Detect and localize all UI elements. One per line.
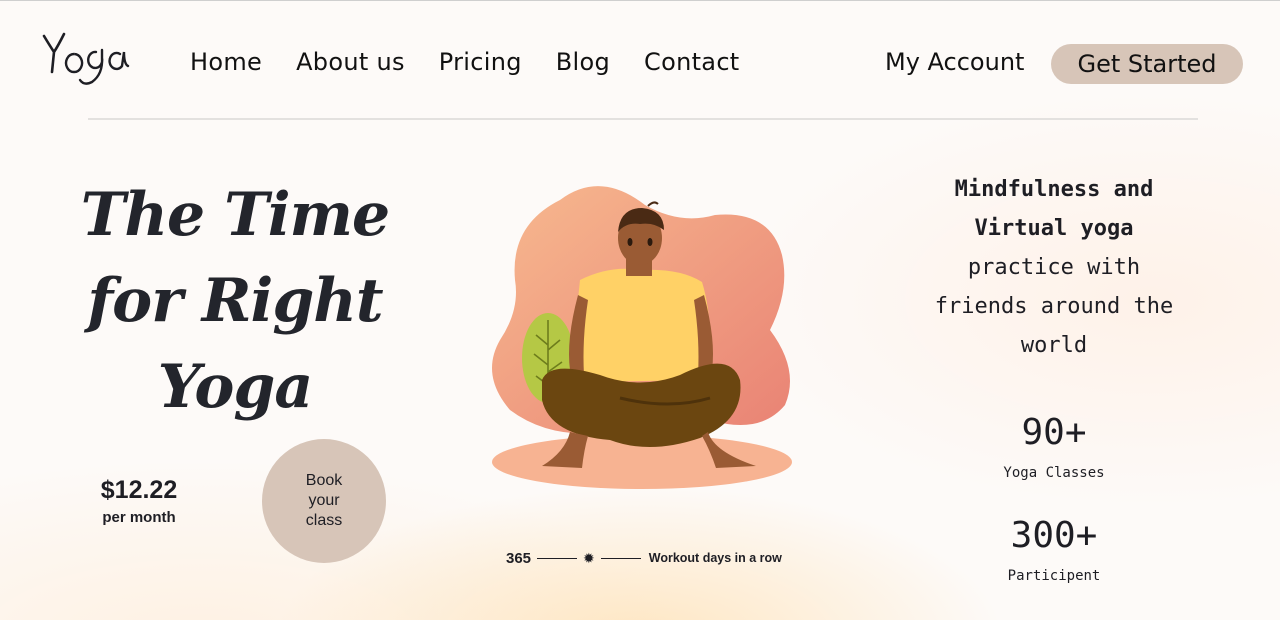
stat-participants: 300+ Participent bbox=[964, 515, 1144, 585]
tagline: Mindfulness and Virtual yoga practice wi… bbox=[918, 170, 1190, 365]
stat-label: Participent bbox=[1007, 568, 1101, 584]
stat-yoga-classes: 90+ Yoga Classes bbox=[964, 412, 1144, 482]
tagline-line: world bbox=[1020, 333, 1088, 358]
header-divider bbox=[88, 118, 1198, 120]
top-border bbox=[0, 0, 1280, 1]
hero-title: The Time for Right Yoga bbox=[80, 172, 390, 430]
nav-blog[interactable]: Blog bbox=[556, 48, 610, 76]
my-account-link[interactable]: My Account bbox=[885, 48, 1024, 76]
tagline-line: practice with bbox=[967, 255, 1141, 280]
nav-contact[interactable]: Contact bbox=[644, 48, 739, 76]
main-nav: Home About us Pricing Blog Contact bbox=[190, 48, 740, 76]
price-amount: $12.22 bbox=[100, 476, 178, 504]
price-unit: per month bbox=[102, 509, 176, 526]
sparkle-icon: ✹ bbox=[583, 549, 595, 566]
streak-label: Workout days in a row bbox=[648, 551, 782, 565]
tagline-line: friends around the bbox=[934, 294, 1174, 319]
stat-value: 90+ bbox=[1021, 412, 1087, 453]
get-started-button[interactable]: Get Started bbox=[1051, 44, 1243, 84]
price-block: $12.22 per month bbox=[80, 476, 198, 526]
stat-value: 300+ bbox=[1010, 515, 1098, 556]
nav-home[interactable]: Home bbox=[190, 48, 262, 76]
streak-line-right bbox=[600, 557, 641, 559]
workout-streak: 365 ✹ Workout days in a row bbox=[506, 548, 782, 568]
logo-script bbox=[42, 32, 130, 85]
hero-title-line: The Time bbox=[80, 180, 390, 250]
yoga-logo[interactable] bbox=[40, 24, 130, 94]
stat-label: Yoga Classes bbox=[1003, 465, 1105, 481]
book-class-button[interactable]: Book your class bbox=[262, 439, 386, 563]
hero-title-line: for Right bbox=[87, 266, 383, 336]
streak-line-left bbox=[537, 557, 578, 559]
meditating-person-illustration bbox=[470, 170, 810, 500]
tagline-bold-line: Virtual yoga bbox=[974, 216, 1134, 241]
tagline-bold-line: Mindfulness and bbox=[954, 177, 1154, 202]
streak-count: 365 bbox=[506, 549, 532, 567]
nav-pricing[interactable]: Pricing bbox=[439, 48, 522, 76]
nav-about-us[interactable]: About us bbox=[296, 48, 405, 76]
hero-title-line: Yoga bbox=[157, 352, 313, 422]
